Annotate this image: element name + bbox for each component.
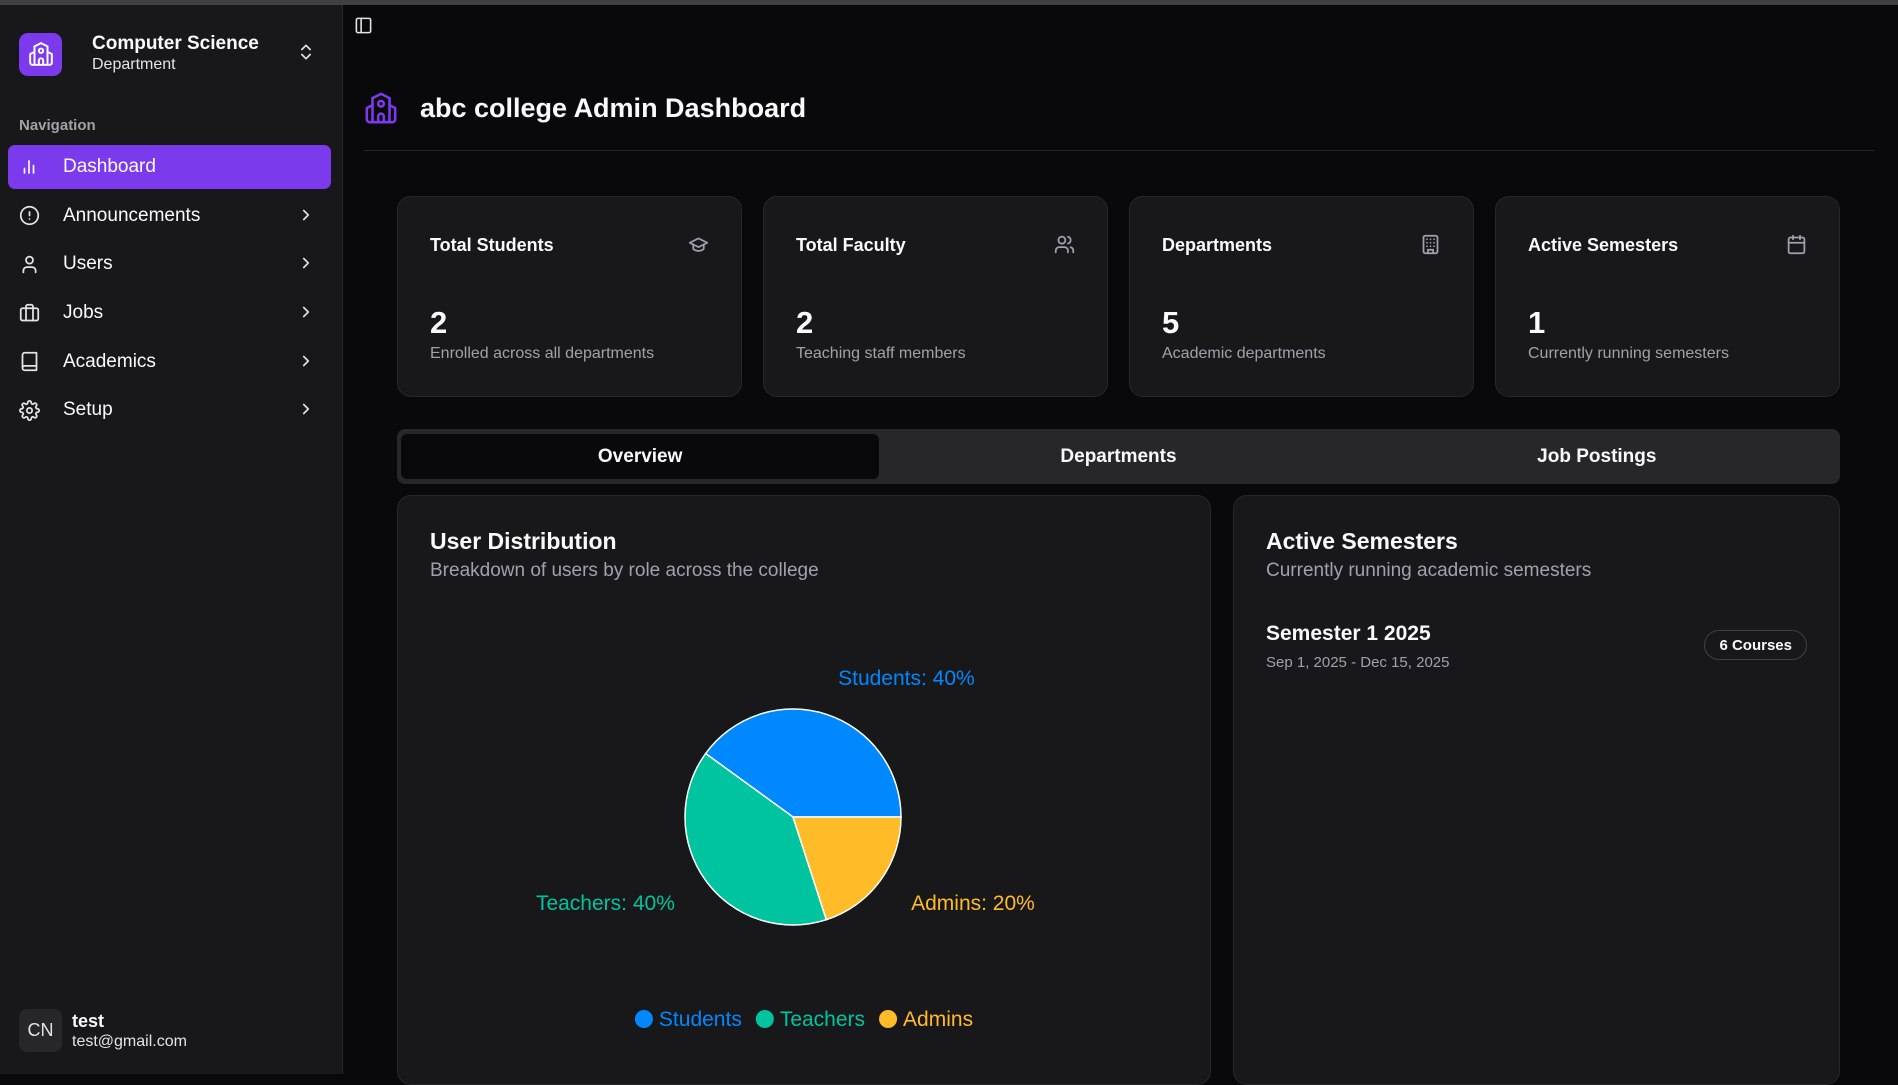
- pie-slice-label: Admins: 20%: [911, 892, 1035, 915]
- chevron-right-icon: [297, 400, 315, 418]
- gear-icon: [18, 399, 40, 421]
- dashboard-tabs: Overview Departments Job Postings: [397, 429, 1840, 484]
- nav-section-label: Navigation: [19, 117, 96, 134]
- users-icon: [1053, 233, 1075, 255]
- stat-card-description: Academic departments: [1162, 345, 1326, 362]
- tab-departments[interactable]: Departments: [879, 434, 1357, 479]
- stat-card-title: Total Students: [430, 235, 554, 255]
- user-icon: [18, 253, 40, 275]
- stat-card-value: 2: [796, 305, 814, 340]
- sidebar-toggle-icon[interactable]: [352, 14, 374, 36]
- sidebar: Computer Science Department Navigation D…: [0, 5, 343, 1074]
- legend-label: Students: [659, 1008, 742, 1031]
- chevrons-up-down-icon: [296, 41, 316, 63]
- chevron-right-icon: [297, 254, 315, 272]
- legend-label: Admins: [903, 1008, 973, 1031]
- sidebar-item-label: Users: [63, 253, 113, 275]
- chart-legend: Students Teachers Admins: [634, 1008, 973, 1031]
- department-subtitle: Department: [92, 56, 176, 73]
- stat-card-value: 2: [430, 305, 448, 340]
- stat-card-value: 1: [1528, 305, 1546, 340]
- stat-card-title: Departments: [1162, 235, 1273, 255]
- header-divider: [364, 150, 1874, 151]
- sidebar-nav: Dashboard Announcements Users Jobs Acade…: [8, 145, 331, 437]
- user-menu[interactable]: CN test test@gmail.com: [19, 1009, 187, 1052]
- user-email: test@gmail.com: [72, 1032, 187, 1050]
- stat-card-semesters: Active Semesters 1 Currently running sem…: [1495, 196, 1840, 397]
- semester-name: Semester 1 2025: [1266, 622, 1431, 645]
- stat-card-students: Total Students 2 Enrolled across all dep…: [397, 196, 742, 397]
- department-switcher[interactable]: Computer Science Department: [19, 29, 324, 79]
- building-icon: [1419, 233, 1441, 255]
- legend-swatch: [879, 1010, 898, 1028]
- page-title: abc college Admin Dashboard: [420, 92, 807, 123]
- graduation-cap-icon: [687, 233, 709, 255]
- sidebar-item-label: Dashboard: [63, 156, 156, 177]
- sidebar-item-label: Jobs: [63, 302, 104, 324]
- stat-card-description: Enrolled across all departments: [430, 345, 655, 362]
- panel-title: Active Semesters: [1266, 528, 1458, 554]
- stat-card-faculty: Total Faculty 2 Teaching staff members: [763, 196, 1108, 397]
- sidebar-item-label: Setup: [63, 399, 113, 421]
- sidebar-item-announcements[interactable]: Announcements: [8, 194, 331, 238]
- legend-swatch: [634, 1010, 653, 1028]
- page-header: abc college Admin Dashboard: [364, 88, 1874, 128]
- briefcase-icon: [18, 302, 40, 324]
- sidebar-item-label: Academics: [63, 350, 156, 372]
- calendar-icon: [1785, 233, 1807, 255]
- school-icon: [364, 91, 398, 125]
- alert-circle-icon: [18, 205, 40, 227]
- active-semesters-panel: Active Semesters Currently running acade…: [1233, 495, 1840, 1085]
- sidebar-item-setup[interactable]: Setup: [8, 388, 331, 432]
- chevron-right-icon: [297, 206, 315, 224]
- sidebar-item-jobs[interactable]: Jobs: [8, 291, 331, 335]
- pie-slice-label: Students: 40%: [838, 667, 975, 690]
- stat-card-value: 5: [1162, 305, 1180, 340]
- panel-subtitle: Currently running academic semesters: [1266, 560, 1592, 581]
- tab-overview[interactable]: Overview: [401, 434, 880, 479]
- book-icon: [18, 351, 40, 373]
- panel-title: User Distribution: [430, 528, 617, 554]
- user-distribution-panel: User Distribution Breakdown of users by …: [397, 495, 1211, 1085]
- chevron-right-icon: [297, 352, 315, 370]
- bar-chart-icon: [18, 156, 40, 178]
- user-name: test: [72, 1010, 105, 1031]
- legend-swatch: [755, 1010, 774, 1028]
- sidebar-item-dashboard[interactable]: Dashboard: [8, 145, 331, 189]
- legend-label: Teachers: [780, 1008, 865, 1031]
- sidebar-item-users[interactable]: Users: [8, 242, 331, 286]
- stat-card-description: Teaching staff members: [796, 345, 966, 362]
- pie-slice-label: Teachers: 40%: [536, 892, 675, 915]
- school-icon: [19, 32, 62, 76]
- tab-job-postings[interactable]: Job Postings: [1358, 434, 1836, 479]
- stat-card-description: Currently running semesters: [1528, 345, 1729, 362]
- avatar: CN: [19, 1009, 62, 1052]
- department-name: Computer Science: [92, 33, 259, 54]
- sidebar-item-label: Announcements: [63, 204, 201, 226]
- chevron-right-icon: [297, 303, 315, 321]
- stat-card-title: Total Faculty: [796, 235, 906, 255]
- course-count-badge: 6 Courses: [1704, 630, 1807, 660]
- stat-card-title: Active Semesters: [1528, 235, 1679, 255]
- semester-dates: Sep 1, 2025 - Dec 15, 2025: [1266, 654, 1450, 671]
- user-distribution-pie-chart: Students: 40% Teachers: 40% Admins: 20% Stu…: [536, 667, 1035, 1031]
- stat-card-departments: Departments 5 Academic departments: [1129, 196, 1474, 397]
- sidebar-item-academics[interactable]: Academics: [8, 340, 331, 384]
